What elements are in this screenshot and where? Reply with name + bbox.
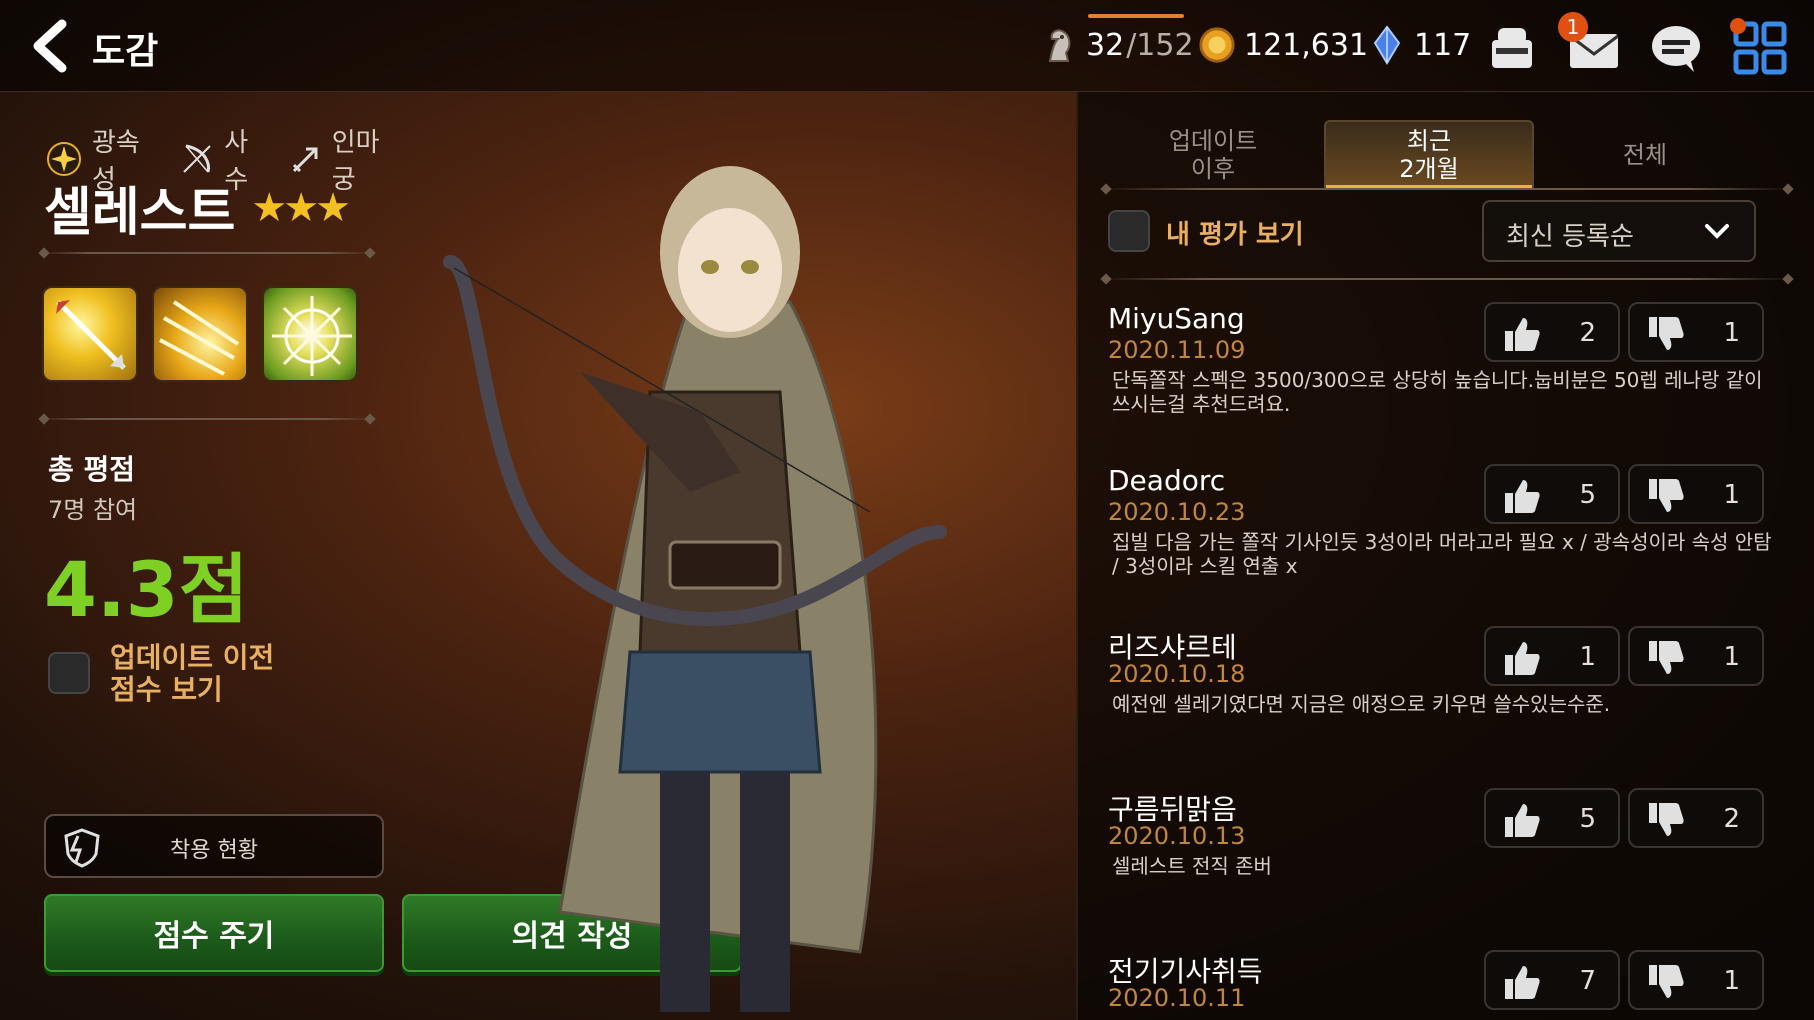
like-count: 2 — [1579, 318, 1596, 348]
like-count: 1 — [1579, 642, 1596, 672]
thumbs-up-icon — [1505, 480, 1540, 513]
team-icon[interactable] — [1484, 20, 1540, 76]
top-bar: 도감 32/152 121,631 117 1 — [0, 0, 1814, 92]
gold-counter[interactable]: 121,631 — [1198, 22, 1368, 68]
crystal-counter[interactable]: 117 — [1368, 22, 1471, 68]
dislike-button[interactable]: 1 — [1628, 302, 1764, 362]
divider — [40, 252, 374, 254]
divider — [40, 418, 374, 420]
gold-coin-icon — [1199, 27, 1235, 63]
equipment-status-button[interactable]: 착용 현황 — [44, 814, 384, 878]
thumbs-down-icon — [1649, 803, 1684, 836]
review-date: 2020.10.13 — [1108, 822, 1246, 850]
like-button[interactable]: 2 — [1484, 302, 1620, 362]
review-date: 2020.10.11 — [1108, 984, 1246, 1012]
dislike-button[interactable]: 1 — [1628, 950, 1764, 1010]
notification-dot — [1730, 18, 1746, 34]
thumbs-up-icon — [1505, 804, 1540, 837]
sort-dropdown[interactable]: 최신 등록순 — [1482, 200, 1756, 262]
thumbs-up-icon — [1505, 318, 1540, 351]
hero-name: 셀레스트 ★★★ — [44, 170, 351, 245]
dislike-button[interactable]: 1 — [1628, 464, 1764, 524]
dislike-count: 1 — [1723, 480, 1740, 510]
review-text: 예전엔 셀레기였다면 지금은 애정으로 키우면 쓸수있는수준. — [1112, 692, 1611, 716]
like-button[interactable]: 1 — [1484, 626, 1620, 686]
gold-value: 121,631 — [1244, 27, 1369, 63]
skill-2-burst[interactable] — [152, 286, 248, 382]
tab-all[interactable]: 전체 — [1540, 120, 1750, 190]
review-date: 2020.10.18 — [1108, 660, 1246, 688]
star-rating: ★★★ — [251, 184, 351, 231]
like-button[interactable]: 5 — [1484, 464, 1620, 524]
reviews-panel: 업데이트 이후 최근 2개월 전체 내 평가 보기 최신 등록순 MiyuSang … — [1076, 92, 1814, 1020]
stamina-value: 32 — [1086, 27, 1125, 63]
prev-score-checkbox[interactable] — [48, 652, 90, 694]
page-title: 도감 — [92, 31, 159, 72]
dislike-count: 2 — [1723, 804, 1740, 834]
crystal-icon — [1373, 25, 1401, 65]
stamina-counter[interactable]: 32/152 — [1040, 22, 1194, 68]
thumbs-down-icon — [1649, 641, 1684, 674]
dislike-button[interactable]: 1 — [1628, 626, 1764, 686]
tab-label: 업데이트 — [1168, 127, 1258, 155]
rate-button[interactable]: 점수 주기 — [44, 894, 384, 972]
chevron-down-icon — [1705, 224, 1729, 239]
chat-icon[interactable] — [1648, 20, 1704, 76]
arrow-skill-icon — [56, 300, 126, 370]
average-score: 4.3점 — [44, 545, 249, 634]
tab-label: 2개월 — [1399, 155, 1459, 183]
stamina-bar — [1088, 14, 1184, 18]
dislike-button[interactable]: 2 — [1628, 788, 1764, 848]
hero-illustration — [443, 166, 947, 1012]
divider — [1102, 188, 1792, 190]
hero-info-panel: 광속성 사수 인마궁 셀레스트 ★★★ 총 평점 7명 참여 4.3점 업데이트… — [0, 92, 742, 1020]
burst-skill-icon — [159, 300, 240, 376]
back-arrow-icon[interactable] — [26, 18, 76, 74]
like-button[interactable]: 7 — [1484, 950, 1620, 1010]
prev-score-label-line1: 업데이트 이전 — [110, 641, 275, 674]
hero-name-text: 셀레스트 — [44, 183, 236, 243]
review-text: 셀레스트 전직 존버 — [1112, 854, 1272, 878]
tab-label: 최근 — [1406, 127, 1452, 155]
mail-badge: 1 — [1558, 12, 1588, 42]
tab-after-update[interactable]: 업데이트 이후 — [1108, 120, 1318, 190]
thumbs-down-icon — [1649, 965, 1684, 998]
review-author: MiyuSang — [1108, 302, 1245, 335]
review-text: 단독쫄작 스펙은 3500/300으로 상당히 높습니다.눕비분은 50렙 레나… — [1112, 368, 1763, 416]
light-skill-icon — [272, 296, 352, 376]
crystal-value: 117 — [1414, 27, 1472, 63]
my-review-checkbox[interactable] — [1108, 210, 1150, 252]
equipment-status-label: 착용 현황 — [170, 838, 258, 863]
like-count: 5 — [1579, 804, 1596, 834]
total-rating-label: 총 평점 — [48, 453, 136, 486]
dislike-count: 1 — [1723, 318, 1740, 348]
like-count: 7 — [1579, 966, 1596, 996]
thumbs-down-icon — [1649, 479, 1684, 512]
skill-1-arrow[interactable] — [42, 286, 138, 382]
review-date: 2020.10.23 — [1108, 498, 1246, 526]
review-text: 집빌 다음 가는 쫄작 기사인듯 3성이라 머라고라 필요 x / 광속성이라 … — [1112, 530, 1772, 578]
dislike-count: 1 — [1723, 966, 1740, 996]
review-date: 2020.11.09 — [1108, 336, 1246, 364]
tab-label: 이후 — [1190, 155, 1236, 183]
like-count: 5 — [1579, 480, 1596, 510]
prev-score-label-line2: 점수 보기 — [110, 673, 223, 706]
dislike-count: 1 — [1723, 642, 1740, 672]
horse-icon — [1048, 29, 1071, 62]
review-author: Deadorc — [1108, 464, 1226, 497]
thumbs-up-icon — [1505, 642, 1540, 675]
sort-selected: 최신 등록순 — [1506, 222, 1634, 252]
divider — [1102, 278, 1792, 280]
thumbs-up-icon — [1505, 966, 1540, 999]
stamina-max: /152 — [1126, 27, 1194, 63]
tab-label: 전체 — [1622, 141, 1668, 169]
skill-3-light[interactable] — [262, 286, 358, 382]
my-review-label: 내 평가 보기 — [1166, 220, 1304, 250]
participants-count: 7명 참여 — [48, 496, 138, 524]
tab-recent-2-months[interactable]: 최근 2개월 — [1324, 120, 1534, 190]
thumbs-down-icon — [1649, 317, 1684, 350]
like-button[interactable]: 5 — [1484, 788, 1620, 848]
prev-score-label: 업데이트 이전 점수 보기 — [110, 642, 274, 706]
